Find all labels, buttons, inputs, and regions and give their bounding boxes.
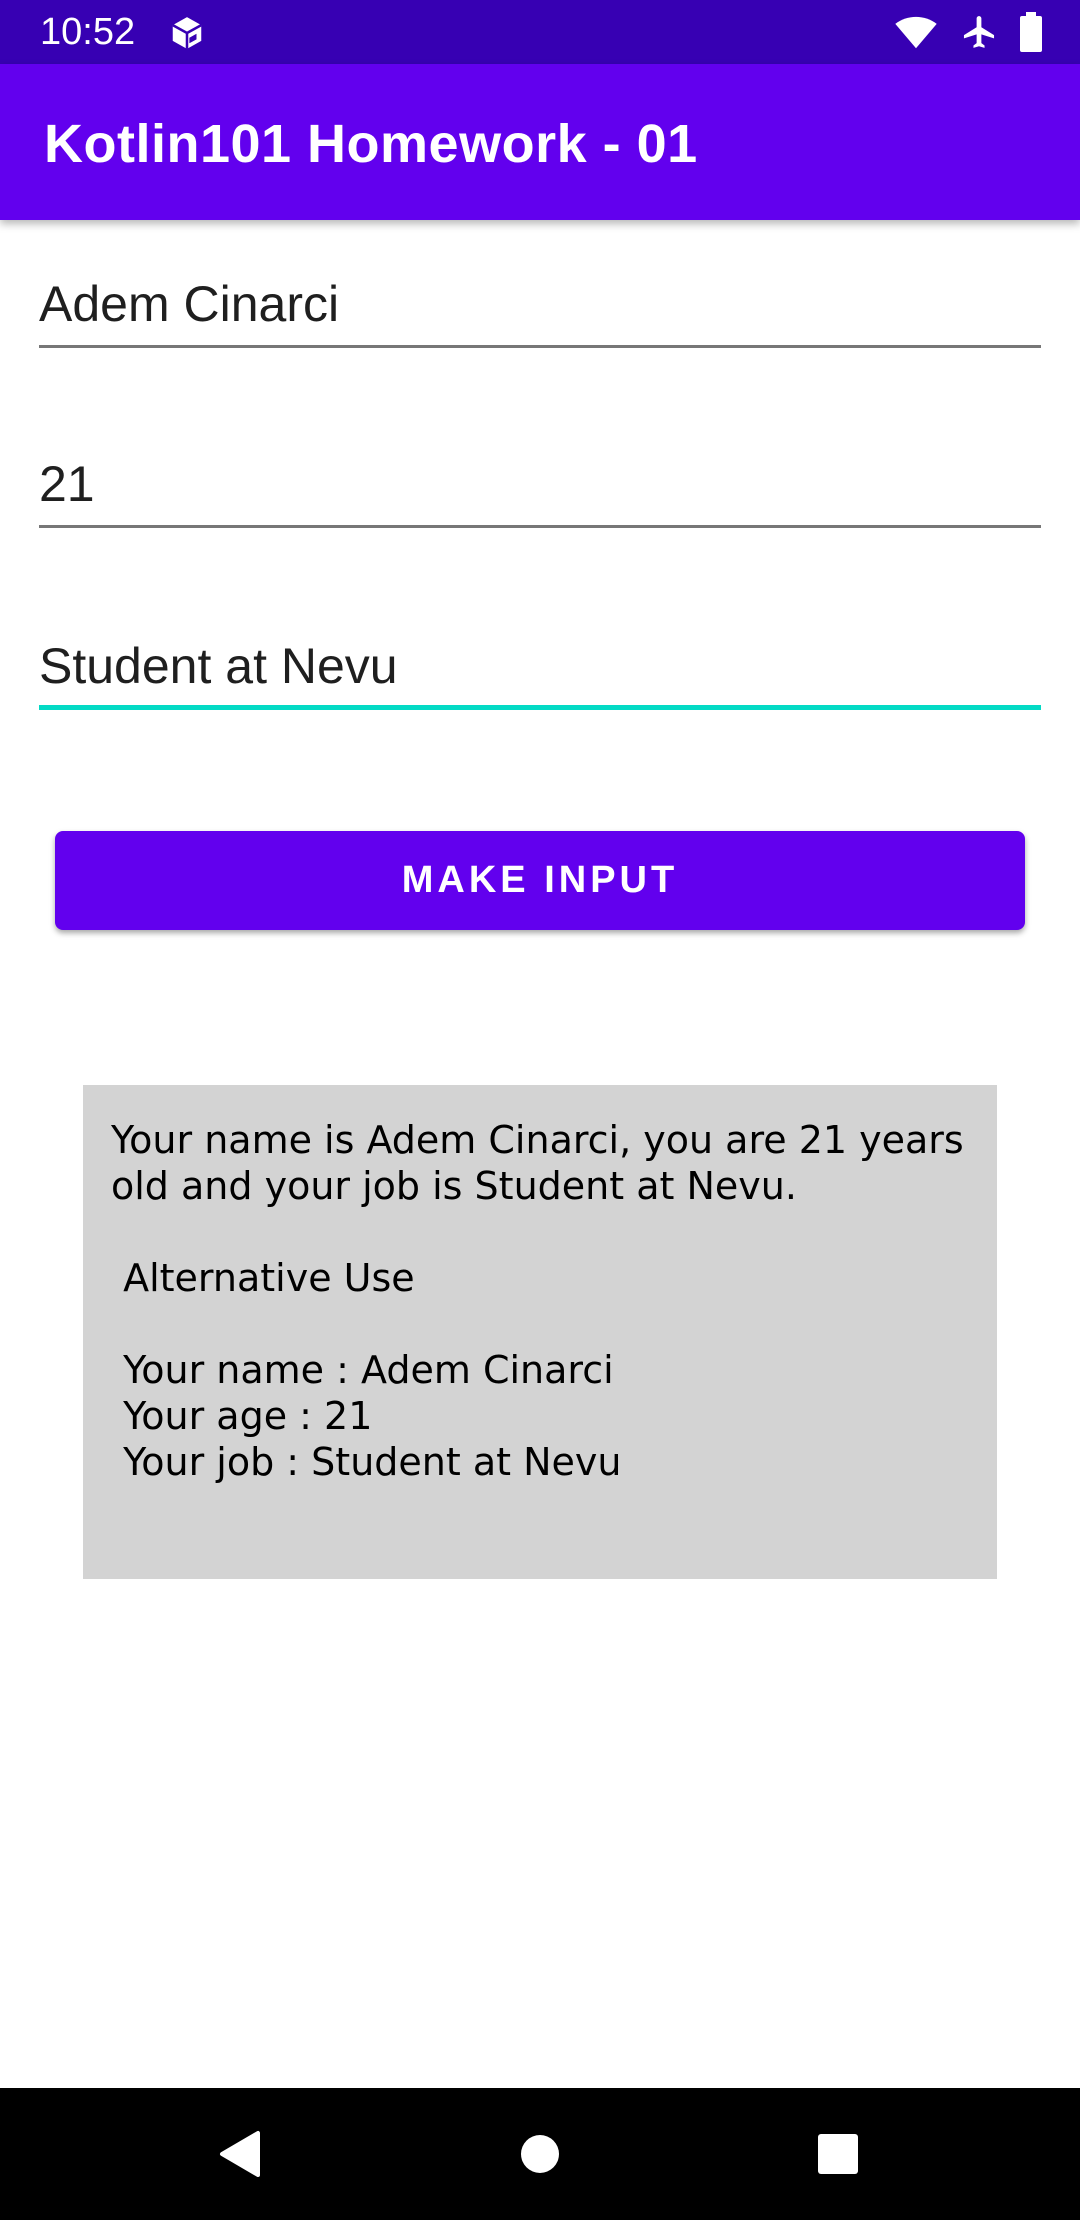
result-text: Your name is Adem Cinarci, you are 21 ye… xyxy=(83,1085,997,1579)
nav-recents-button[interactable] xyxy=(778,2088,898,2220)
status-bar: 10:52 xyxy=(0,0,1080,64)
navigation-bar xyxy=(0,2088,1080,2220)
app-title: Kotlin101 Homework - 01 xyxy=(44,114,698,174)
name-field-underline xyxy=(39,345,1041,348)
nav-home-button[interactable] xyxy=(480,2088,600,2220)
nav-back-button[interactable] xyxy=(180,2088,300,2220)
status-icons xyxy=(894,12,1042,52)
cube-notification-icon xyxy=(172,17,202,49)
age-field-value: 21 xyxy=(39,456,95,512)
screen: 10:52 Kotlin101 Homework - 01 Adem Cinar… xyxy=(0,0,1080,2220)
app-bar: Kotlin101 Homework - 01 xyxy=(0,64,1080,220)
job-field-value: Student at Nevu xyxy=(39,638,398,694)
wifi-icon xyxy=(895,16,937,49)
job-field[interactable]: Student at Nevu xyxy=(39,600,1041,710)
age-field[interactable]: 21 xyxy=(39,418,1041,528)
battery-icon xyxy=(1020,12,1042,52)
airplane-icon xyxy=(963,16,995,48)
back-icon xyxy=(220,2131,260,2177)
status-time: 10:52 xyxy=(40,11,136,53)
home-icon xyxy=(521,2135,559,2173)
name-field-value: Adem Cinarci xyxy=(39,276,340,332)
recents-icon xyxy=(818,2134,858,2174)
name-field[interactable]: Adem Cinarci xyxy=(39,238,1041,348)
age-field-underline xyxy=(39,525,1041,528)
make-input-button[interactable]: MAKE INPUT xyxy=(55,831,1025,930)
job-field-underline xyxy=(39,705,1041,710)
